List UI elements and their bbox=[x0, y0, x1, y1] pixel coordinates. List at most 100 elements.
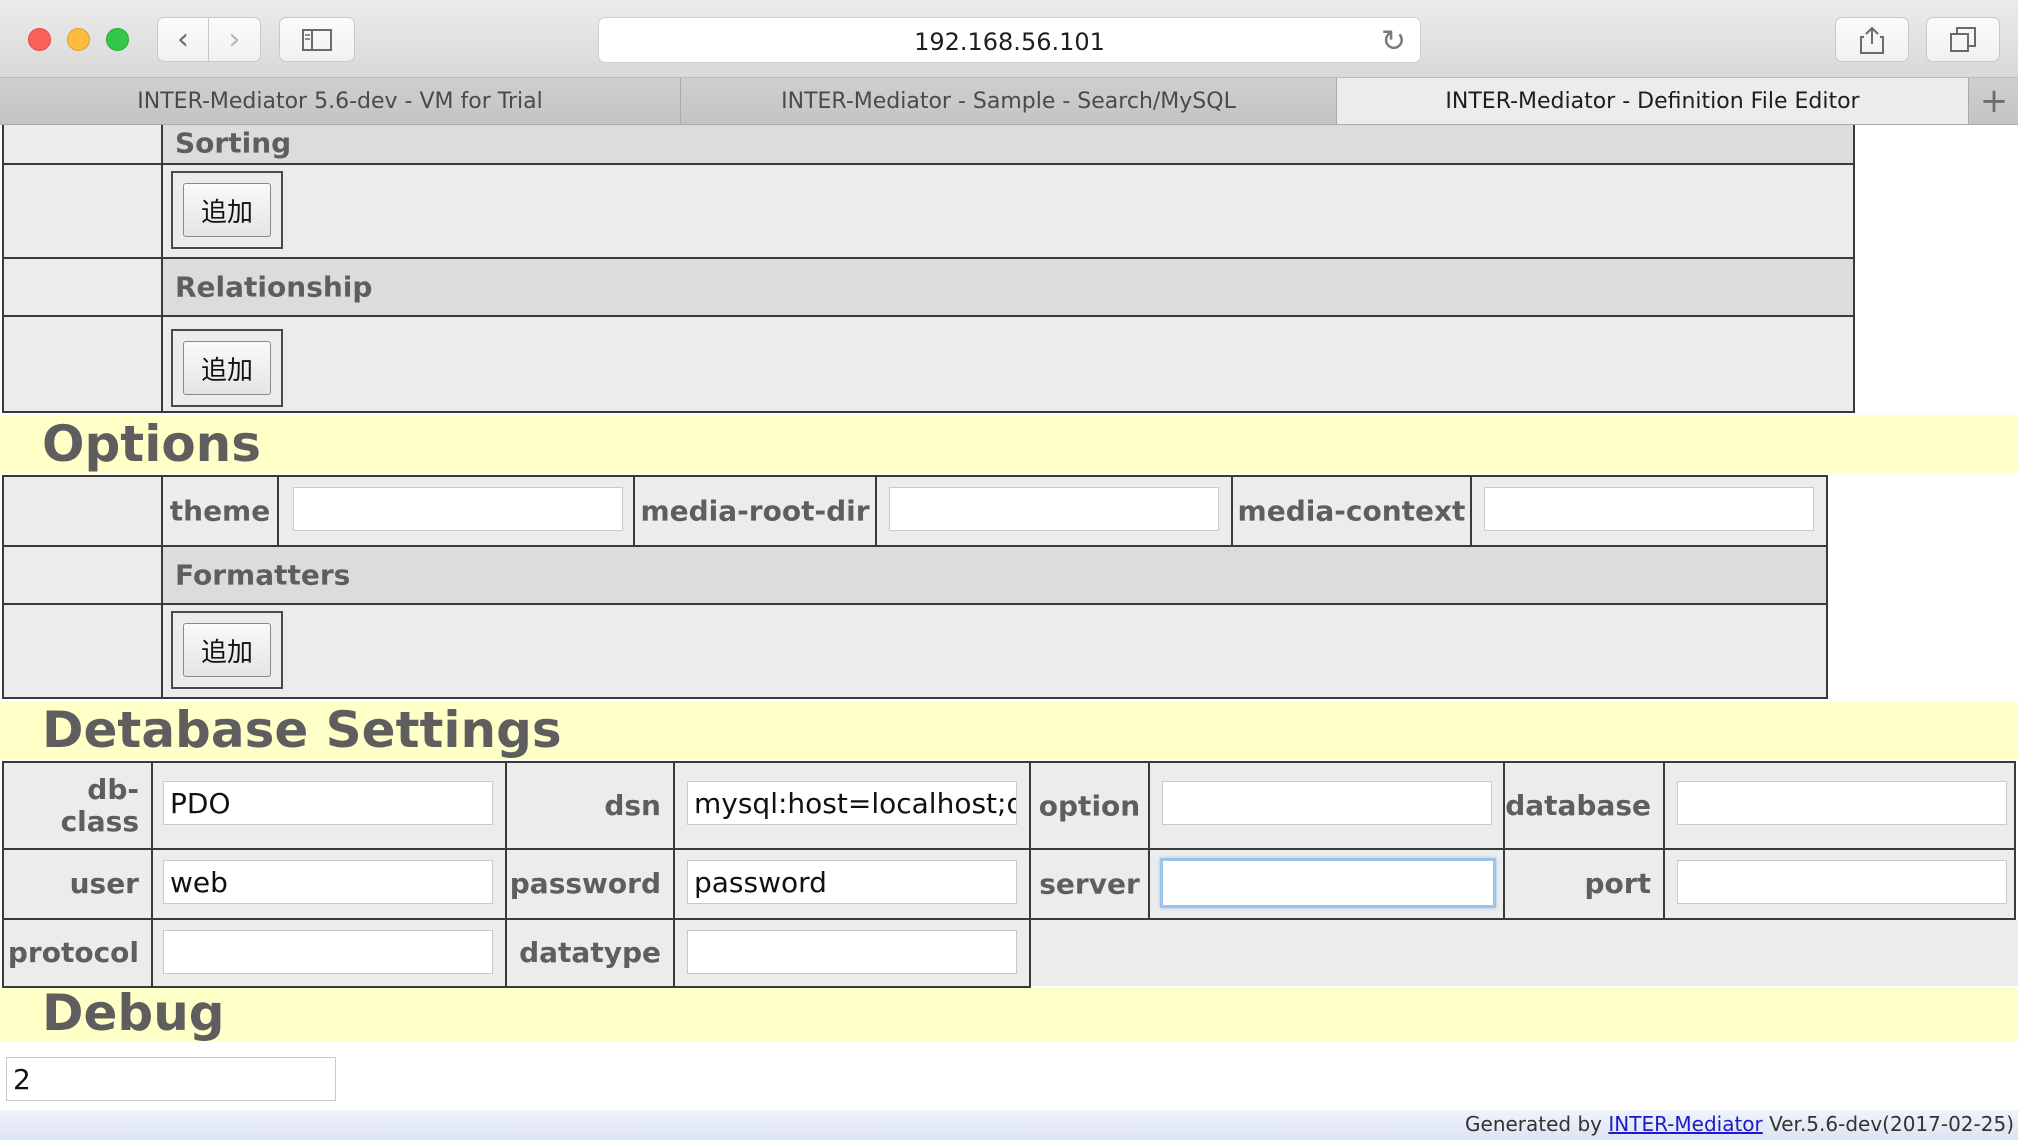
password-label-cell: password bbox=[505, 848, 675, 920]
database-label-cell: database bbox=[1503, 761, 1665, 850]
formatters-add-frame: 追加 bbox=[171, 611, 283, 689]
protocol-input[interactable] bbox=[163, 930, 493, 974]
theme-label: theme bbox=[169, 494, 271, 528]
option-value-cell bbox=[1148, 761, 1505, 850]
relationship-label: Relationship bbox=[175, 270, 373, 304]
server-input[interactable] bbox=[1160, 858, 1496, 908]
database-input[interactable] bbox=[1677, 781, 2007, 825]
user-label-cell: user bbox=[2, 848, 153, 920]
chevron-right-icon: › bbox=[228, 22, 241, 57]
footer-version: Ver.5.6-dev(2017-02-25) bbox=[1762, 1112, 2014, 1136]
forward-button[interactable]: › bbox=[209, 17, 261, 62]
debug-section-header: Debug bbox=[0, 984, 2018, 1042]
share-button[interactable] bbox=[1835, 17, 1909, 62]
protocol-value-cell bbox=[151, 918, 507, 988]
relationship-add-button[interactable]: 追加 bbox=[183, 341, 271, 395]
server-value-cell bbox=[1148, 848, 1505, 920]
page-content: Sorting 追加 Relationship 追加 Options theme… bbox=[0, 125, 2018, 1140]
options-row-spacer bbox=[2, 475, 163, 547]
formatters-add-button[interactable]: 追加 bbox=[183, 623, 271, 677]
debug-input[interactable]: 2 bbox=[6, 1057, 336, 1101]
theme-label-cell: theme bbox=[161, 475, 279, 547]
port-value-cell bbox=[1663, 848, 2016, 920]
browser-toolbar: ‹ › 192.168.56.101 ↻ bbox=[0, 0, 2018, 78]
datatype-input[interactable] bbox=[687, 930, 1017, 974]
datatype-label-cell: datatype bbox=[505, 918, 675, 988]
protocol-label: protocol bbox=[7, 936, 139, 969]
theme-value-cell bbox=[277, 475, 635, 547]
sorting-add-button[interactable]: 追加 bbox=[183, 183, 271, 237]
user-value-cell: web bbox=[151, 848, 507, 920]
media-context-input[interactable] bbox=[1484, 487, 1814, 531]
media-root-dir-label: media-root-dir bbox=[640, 494, 870, 528]
dsn-label-cell: dsn bbox=[505, 761, 675, 850]
close-window-button[interactable] bbox=[28, 28, 51, 51]
sorting-header: Sorting bbox=[161, 125, 1855, 165]
relationship-body: 追加 bbox=[161, 315, 1855, 413]
port-label: port bbox=[1584, 867, 1651, 900]
tab-bar: INTER-Mediator 5.6-dev - VM for Trial IN… bbox=[0, 78, 2018, 125]
option-label: option bbox=[1038, 789, 1141, 822]
options-title: Options bbox=[42, 415, 262, 473]
dsn-input[interactable]: mysql:host=localhost;dbname=test_db;char… bbox=[687, 781, 1017, 825]
option-label-cell: option bbox=[1029, 761, 1150, 850]
formatters-body: 追加 bbox=[161, 603, 1828, 699]
tab-label: INTER-Mediator 5.6-dev - VM for Trial bbox=[137, 88, 543, 114]
options-row-spacer bbox=[2, 603, 163, 699]
zoom-window-button[interactable] bbox=[106, 28, 129, 51]
minimize-window-button[interactable] bbox=[67, 28, 90, 51]
dbsettings-title: Detabase Settings bbox=[42, 701, 562, 759]
password-input[interactable]: password bbox=[687, 860, 1017, 904]
options-section-header: Options bbox=[0, 415, 2018, 473]
theme-input[interactable] bbox=[293, 487, 623, 531]
formatters-header: Formatters bbox=[161, 545, 1828, 605]
tab-definition-file-editor[interactable]: INTER-Mediator - Definition File Editor bbox=[1337, 78, 1969, 124]
port-label-cell: port bbox=[1503, 848, 1665, 920]
database-value-cell bbox=[1663, 761, 2016, 850]
sidebar-toggle-button[interactable] bbox=[279, 17, 355, 62]
footer-prefix: Generated by bbox=[1465, 1112, 1609, 1136]
media-root-dir-value-cell bbox=[875, 475, 1233, 547]
dbclass-input[interactable]: PDO bbox=[163, 781, 493, 825]
inter-mediator-link[interactable]: INTER-Mediator bbox=[1608, 1112, 1762, 1136]
context-row-spacer bbox=[2, 163, 163, 259]
show-all-tabs-button[interactable] bbox=[1926, 17, 2000, 62]
port-input[interactable] bbox=[1677, 860, 2007, 904]
user-input[interactable]: web bbox=[163, 860, 493, 904]
context-row-spacer bbox=[2, 315, 163, 413]
dsn-label: dsn bbox=[604, 788, 661, 822]
tab-vm-for-trial[interactable]: INTER-Mediator 5.6-dev - VM for Trial bbox=[0, 78, 681, 124]
sidebar-icon bbox=[302, 28, 332, 51]
tab-label: INTER-Mediator - Definition File Editor bbox=[1445, 88, 1860, 114]
password-value-cell: password bbox=[673, 848, 1031, 920]
share-icon bbox=[1860, 26, 1884, 54]
dbsettings-section-header: Detabase Settings bbox=[0, 701, 2018, 759]
user-label: user bbox=[69, 867, 139, 900]
url-text: 192.168.56.101 bbox=[914, 28, 1105, 56]
dbclass-label-cell: db- class bbox=[2, 761, 153, 850]
tab-label: INTER-Mediator - Sample - Search/MySQL bbox=[781, 88, 1236, 114]
dbsettings-empty-area bbox=[1031, 920, 2018, 986]
media-context-label: media-context bbox=[1237, 494, 1466, 528]
relationship-header: Relationship bbox=[161, 257, 1855, 317]
datatype-value-cell bbox=[673, 918, 1031, 988]
sorting-label: Sorting bbox=[175, 126, 292, 160]
reload-icon[interactable]: ↻ bbox=[1381, 24, 1406, 59]
footer-text: Generated by INTER-Mediator Ver.5.6-dev(… bbox=[1465, 1112, 2014, 1136]
dsn-value-cell: mysql:host=localhost;dbname=test_db;char… bbox=[673, 761, 1031, 850]
address-bar[interactable]: 192.168.56.101 ↻ bbox=[598, 17, 1421, 63]
media-root-dir-input[interactable] bbox=[889, 487, 1219, 531]
new-tab-button[interactable]: + bbox=[1970, 78, 2018, 124]
media-root-dir-label-cell: media-root-dir bbox=[633, 475, 877, 547]
media-context-value-cell bbox=[1470, 475, 1828, 547]
tabs-overview-icon bbox=[1950, 26, 1976, 52]
tab-sample-search[interactable]: INTER-Mediator - Sample - Search/MySQL bbox=[681, 78, 1337, 124]
footer: Generated by INTER-Mediator Ver.5.6-dev(… bbox=[0, 1110, 2018, 1140]
context-row-spacer bbox=[2, 257, 163, 317]
back-button[interactable]: ‹ bbox=[157, 17, 209, 62]
server-label: server bbox=[1039, 867, 1140, 901]
option-input[interactable] bbox=[1162, 781, 1492, 825]
plus-icon: + bbox=[1979, 81, 2009, 121]
protocol-label-cell: protocol bbox=[2, 918, 153, 988]
media-context-label-cell: media-context bbox=[1231, 475, 1472, 547]
